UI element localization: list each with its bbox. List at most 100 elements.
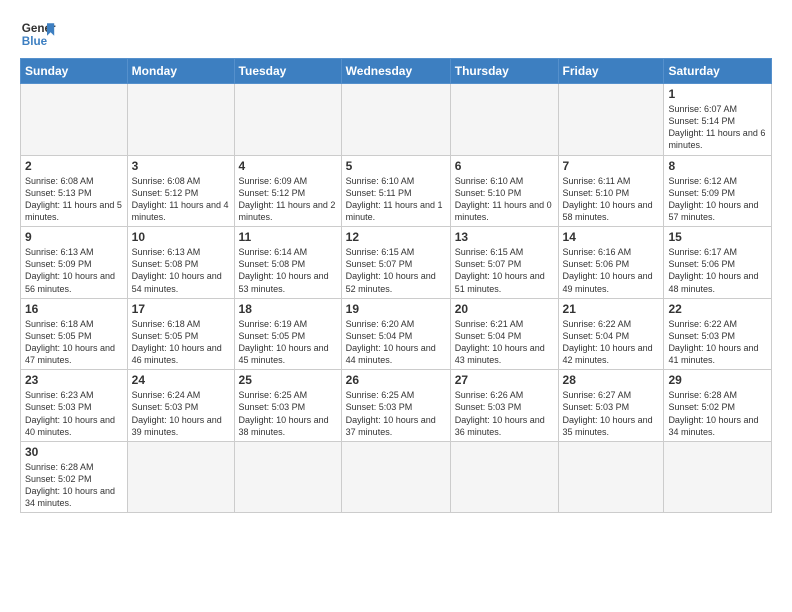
calendar-cell: 14 Sunrise: 6:16 AMSunset: 5:06 PMDayligh… <box>558 227 664 299</box>
day-number: 23 <box>25 373 123 387</box>
calendar-cell <box>127 441 234 513</box>
day-number: 21 <box>563 302 660 316</box>
day-info: Sunrise: 6:18 AMSunset: 5:05 PMDaylight:… <box>25 318 123 367</box>
calendar-cell <box>558 441 664 513</box>
day-info: Sunrise: 6:25 AMSunset: 5:03 PMDaylight:… <box>346 389 446 438</box>
calendar-cell: 2Sunrise: 6:08 AMSunset: 5:13 PMDaylight… <box>21 155 128 227</box>
day-info: Sunrise: 6:15 AMSunset: 5:07 PMDaylight:… <box>455 246 554 295</box>
day-number: 29 <box>668 373 767 387</box>
day-info: Sunrise: 6:10 AMSunset: 5:10 PMDaylight:… <box>455 175 554 224</box>
day-info: Sunrise: 6:13 AMSunset: 5:09 PMDaylight:… <box>25 246 123 295</box>
header: General Blue <box>20 16 772 52</box>
calendar-week-row: 1 Sunrise: 6:07 AMSunset: 5:14 PMDaylight… <box>21 84 772 156</box>
day-info: Sunrise: 6:13 AMSunset: 5:08 PMDaylight:… <box>132 246 230 295</box>
calendar-cell <box>234 441 341 513</box>
page: General Blue SundayMondayTuesdayWednesda… <box>0 0 792 523</box>
col-header-sunday: Sunday <box>21 59 128 84</box>
day-number: 24 <box>132 373 230 387</box>
calendar-week-row: 2Sunrise: 6:08 AMSunset: 5:13 PMDaylight… <box>21 155 772 227</box>
day-info: Sunrise: 6:09 AMSunset: 5:12 PMDaylight:… <box>239 175 337 224</box>
day-number: 27 <box>455 373 554 387</box>
calendar-cell: 1 Sunrise: 6:07 AMSunset: 5:14 PMDaylight… <box>664 84 772 156</box>
calendar-cell: 25 Sunrise: 6:25 AMSunset: 5:03 PMDayligh… <box>234 370 341 442</box>
day-number: 8 <box>668 159 767 173</box>
day-number: 22 <box>668 302 767 316</box>
day-info: Sunrise: 6:14 AMSunset: 5:08 PMDaylight:… <box>239 246 337 295</box>
calendar-cell: 16 Sunrise: 6:18 AMSunset: 5:05 PMDayligh… <box>21 298 128 370</box>
day-info: Sunrise: 6:08 AMSunset: 5:12 PMDaylight:… <box>132 175 230 224</box>
logo: General Blue <box>20 16 56 52</box>
day-info: Sunrise: 6:24 AMSunset: 5:03 PMDaylight:… <box>132 389 230 438</box>
day-info: Sunrise: 6:18 AMSunset: 5:05 PMDaylight:… <box>132 318 230 367</box>
calendar-header-row: SundayMondayTuesdayWednesdayThursdayFrid… <box>21 59 772 84</box>
day-info: Sunrise: 6:22 AMSunset: 5:03 PMDaylight:… <box>668 318 767 367</box>
day-number: 16 <box>25 302 123 316</box>
calendar-cell: 11Sunrise: 6:14 AMSunset: 5:08 PMDayligh… <box>234 227 341 299</box>
day-number: 5 <box>346 159 446 173</box>
col-header-monday: Monday <box>127 59 234 84</box>
calendar-cell <box>450 84 558 156</box>
col-header-saturday: Saturday <box>664 59 772 84</box>
col-header-wednesday: Wednesday <box>341 59 450 84</box>
day-number: 2 <box>25 159 123 173</box>
calendar-cell: 26 Sunrise: 6:25 AMSunset: 5:03 PMDayligh… <box>341 370 450 442</box>
calendar-cell: 24 Sunrise: 6:24 AMSunset: 5:03 PMDayligh… <box>127 370 234 442</box>
calendar-cell: 10 Sunrise: 6:13 AMSunset: 5:08 PMDayligh… <box>127 227 234 299</box>
day-info: Sunrise: 6:11 AMSunset: 5:10 PMDaylight:… <box>563 175 660 224</box>
day-info: Sunrise: 6:17 AMSunset: 5:06 PMDaylight:… <box>668 246 767 295</box>
calendar-cell: 9 Sunrise: 6:13 AMSunset: 5:09 PMDaylight… <box>21 227 128 299</box>
day-info: Sunrise: 6:23 AMSunset: 5:03 PMDaylight:… <box>25 389 123 438</box>
calendar-cell: 3Sunrise: 6:08 AMSunset: 5:12 PMDaylight… <box>127 155 234 227</box>
calendar-cell: 6 Sunrise: 6:10 AMSunset: 5:10 PMDaylight… <box>450 155 558 227</box>
calendar-cell: 7 Sunrise: 6:11 AMSunset: 5:10 PMDaylight… <box>558 155 664 227</box>
calendar-cell <box>341 84 450 156</box>
calendar-week-row: 16 Sunrise: 6:18 AMSunset: 5:05 PMDayligh… <box>21 298 772 370</box>
calendar-cell: 5 Sunrise: 6:10 AMSunset: 5:11 PMDaylight… <box>341 155 450 227</box>
day-number: 17 <box>132 302 230 316</box>
day-number: 9 <box>25 230 123 244</box>
day-number: 10 <box>132 230 230 244</box>
day-info: Sunrise: 6:27 AMSunset: 5:03 PMDaylight:… <box>563 389 660 438</box>
calendar-cell: 18 Sunrise: 6:19 AMSunset: 5:05 PMDayligh… <box>234 298 341 370</box>
calendar-cell: 23 Sunrise: 6:23 AMSunset: 5:03 PMDayligh… <box>21 370 128 442</box>
day-number: 12 <box>346 230 446 244</box>
calendar-cell <box>450 441 558 513</box>
day-info: Sunrise: 6:07 AMSunset: 5:14 PMDaylight:… <box>668 103 767 152</box>
day-info: Sunrise: 6:10 AMSunset: 5:11 PMDaylight:… <box>346 175 446 224</box>
calendar-cell: 28 Sunrise: 6:27 AMSunset: 5:03 PMDayligh… <box>558 370 664 442</box>
generalblue-logo-icon: General Blue <box>20 16 56 52</box>
day-number: 1 <box>668 87 767 101</box>
calendar-cell: 12Sunrise: 6:15 AMSunset: 5:07 PMDayligh… <box>341 227 450 299</box>
calendar-week-row: 30 Sunrise: 6:28 AMSunset: 5:02 PMDayligh… <box>21 441 772 513</box>
calendar-cell: 17 Sunrise: 6:18 AMSunset: 5:05 PMDayligh… <box>127 298 234 370</box>
calendar-cell <box>558 84 664 156</box>
calendar-week-row: 9 Sunrise: 6:13 AMSunset: 5:09 PMDaylight… <box>21 227 772 299</box>
calendar-cell: 22 Sunrise: 6:22 AMSunset: 5:03 PMDayligh… <box>664 298 772 370</box>
day-info: Sunrise: 6:12 AMSunset: 5:09 PMDaylight:… <box>668 175 767 224</box>
day-info: Sunrise: 6:21 AMSunset: 5:04 PMDaylight:… <box>455 318 554 367</box>
calendar-week-row: 23 Sunrise: 6:23 AMSunset: 5:03 PMDayligh… <box>21 370 772 442</box>
day-info: Sunrise: 6:19 AMSunset: 5:05 PMDaylight:… <box>239 318 337 367</box>
calendar-cell <box>127 84 234 156</box>
day-number: 14 <box>563 230 660 244</box>
calendar-cell <box>234 84 341 156</box>
day-number: 26 <box>346 373 446 387</box>
day-number: 4 <box>239 159 337 173</box>
calendar-cell: 20Sunrise: 6:21 AMSunset: 5:04 PMDayligh… <box>450 298 558 370</box>
day-number: 30 <box>25 445 123 459</box>
day-number: 7 <box>563 159 660 173</box>
day-number: 6 <box>455 159 554 173</box>
day-info: Sunrise: 6:25 AMSunset: 5:03 PMDaylight:… <box>239 389 337 438</box>
day-info: Sunrise: 6:28 AMSunset: 5:02 PMDaylight:… <box>25 461 123 510</box>
day-info: Sunrise: 6:16 AMSunset: 5:06 PMDaylight:… <box>563 246 660 295</box>
calendar-cell: 8 Sunrise: 6:12 AMSunset: 5:09 PMDaylight… <box>664 155 772 227</box>
day-number: 25 <box>239 373 337 387</box>
day-info: Sunrise: 6:22 AMSunset: 5:04 PMDaylight:… <box>563 318 660 367</box>
day-number: 18 <box>239 302 337 316</box>
day-number: 28 <box>563 373 660 387</box>
col-header-thursday: Thursday <box>450 59 558 84</box>
calendar-cell: 21 Sunrise: 6:22 AMSunset: 5:04 PMDayligh… <box>558 298 664 370</box>
calendar-cell: 27Sunrise: 6:26 AMSunset: 5:03 PMDayligh… <box>450 370 558 442</box>
calendar-cell: 4 Sunrise: 6:09 AMSunset: 5:12 PMDaylight… <box>234 155 341 227</box>
day-number: 19 <box>346 302 446 316</box>
